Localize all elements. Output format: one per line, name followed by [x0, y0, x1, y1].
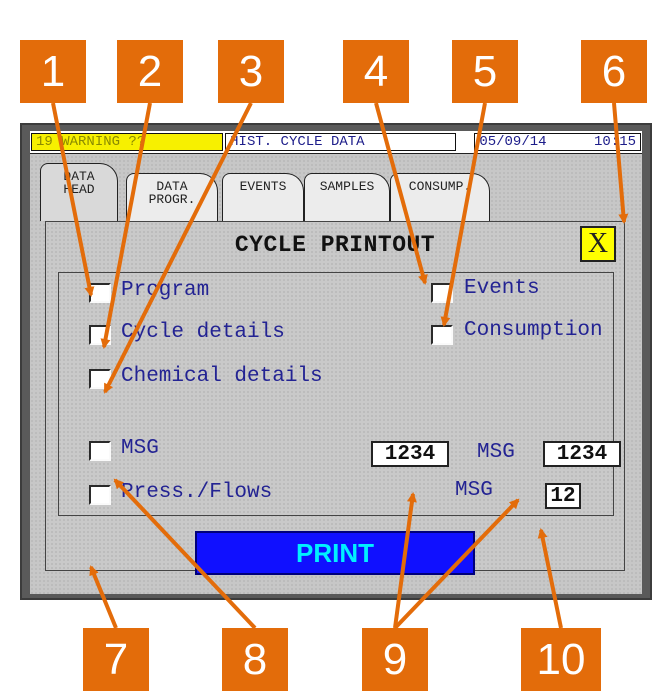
- cycle-details-checkbox[interactable]: [89, 325, 111, 345]
- print-button[interactable]: PRINT: [195, 531, 475, 575]
- close-button[interactable]: X: [580, 226, 616, 262]
- consumption-checkbox[interactable]: [431, 325, 453, 345]
- msg-value-field-2[interactable]: 1234: [543, 441, 621, 467]
- callout-10: 10: [521, 628, 601, 691]
- consumption-label: Consumption: [464, 319, 603, 342]
- device-frame: 19 WARNING ?? HIST. CYCLE DATA 05/09/14 …: [20, 123, 652, 600]
- msg-label-2: MSG: [477, 441, 515, 464]
- warning-indicator[interactable]: 19 WARNING ??: [31, 133, 224, 151]
- tab-samples[interactable]: SAMPLES: [304, 173, 390, 221]
- options-panel: Program Cycle details Chemical details E…: [58, 272, 621, 516]
- date-text: 05/09/14: [479, 134, 547, 150]
- program-checkbox[interactable]: [89, 283, 111, 303]
- callout-7: 7: [83, 628, 149, 691]
- callout-4: 4: [343, 40, 409, 103]
- msg-value-field-1[interactable]: 1234: [371, 441, 449, 467]
- chemical-details-checkbox[interactable]: [89, 369, 111, 389]
- program-label: Program: [121, 279, 210, 302]
- msg-value-field-3[interactable]: 12: [545, 483, 581, 509]
- cycle-details-label: Cycle details: [121, 321, 285, 344]
- callout-2: 2: [117, 40, 183, 103]
- msg-label-3: MSG: [455, 479, 493, 502]
- callout-8: 8: [222, 628, 288, 691]
- msg-checkbox[interactable]: [89, 441, 111, 461]
- callout-9: 9: [362, 628, 428, 691]
- tab-data-head[interactable]: DATA HEAD: [40, 163, 118, 221]
- tab-consump[interactable]: CONSUMP.: [390, 173, 490, 221]
- tab-events[interactable]: EVENTS: [222, 173, 304, 221]
- screen-title: HIST. CYCLE DATA: [225, 133, 457, 151]
- cycle-printout-dialog: CYCLE PRINTOUT X Program Cycle details C…: [45, 221, 625, 571]
- events-label: Events: [464, 277, 540, 300]
- press-flows-label: Press./Flows: [121, 481, 273, 504]
- tab-data-progr[interactable]: DATA PROGR.: [126, 173, 218, 221]
- msg-label: MSG: [121, 437, 159, 460]
- screen: 19 WARNING ?? HIST. CYCLE DATA 05/09/14 …: [30, 131, 642, 594]
- chemical-details-label: Chemical details: [121, 365, 323, 388]
- warning-code: 19: [36, 134, 53, 150]
- callout-6: 6: [581, 40, 647, 103]
- callout-3: 3: [218, 40, 284, 103]
- callout-1: 1: [20, 40, 86, 103]
- press-flows-checkbox[interactable]: [89, 485, 111, 505]
- callout-5: 5: [452, 40, 518, 103]
- status-bar: 19 WARNING ?? HIST. CYCLE DATA 05/09/14 …: [30, 131, 642, 154]
- status-spacer: [458, 133, 472, 151]
- events-checkbox[interactable]: [431, 283, 453, 303]
- warning-text: WARNING ??: [61, 134, 146, 150]
- datetime: 05/09/14 10:15: [474, 133, 641, 151]
- dialog-title: CYCLE PRINTOUT: [234, 232, 436, 258]
- time-text: 10:15: [593, 134, 636, 150]
